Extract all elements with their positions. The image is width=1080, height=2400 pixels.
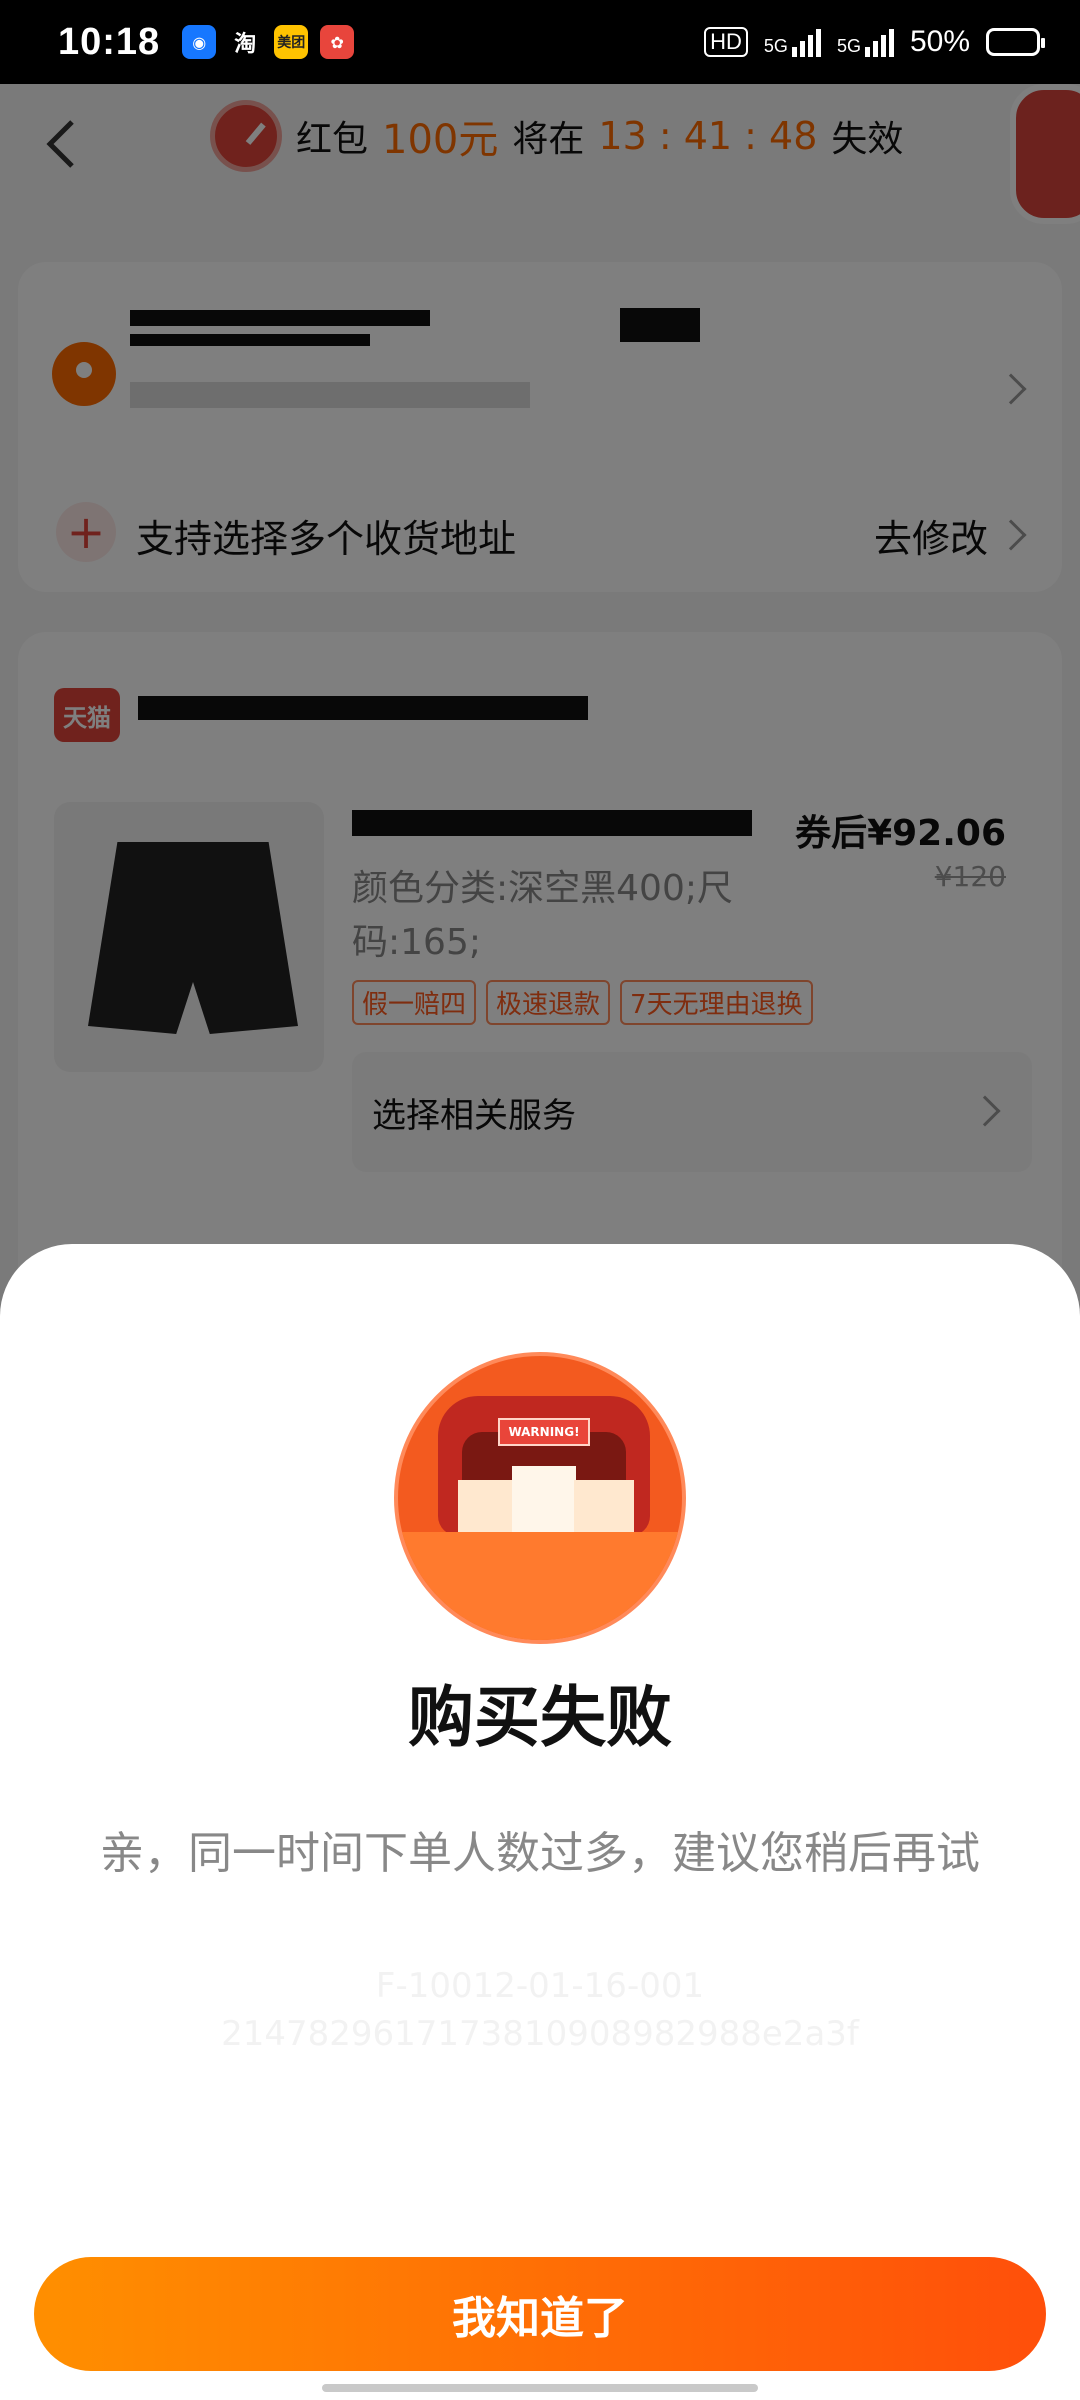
status-bar: 10:18 ◉ 淘 美团 ✿ HD 5G 5G 50% <box>0 0 1080 84</box>
meituan-icon: 美团 <box>274 25 309 59</box>
confirm-button[interactable]: 我知道了 <box>34 2257 1046 2371</box>
home-indicator[interactable] <box>322 2384 758 2392</box>
signal-2-icon: 5G <box>837 27 894 57</box>
battery-icon <box>986 28 1045 56</box>
status-indicators: HD 5G 5G 50% <box>704 25 1045 59</box>
hd-icon: HD <box>704 27 748 57</box>
status-app-icons: ◉ 淘 美团 ✿ <box>182 25 355 59</box>
taobao-icon: 淘 <box>228 25 263 59</box>
warning-truck-illustration: WARNING! <box>394 1352 686 1644</box>
error-info: F-10012-01-16-001 2147829617173810908982… <box>0 1962 1080 2058</box>
app-icon: ✿ <box>320 25 355 59</box>
dialog-title: 购买失败 <box>408 1679 672 1756</box>
battery-text: 50% <box>909 25 970 58</box>
trace-id: 2147829617173810908982988e2a3f <box>221 2014 859 2054</box>
signal-1-icon: 5G <box>764 27 821 57</box>
dialog-message: 亲，同一时间下单人数过多，建议您稍后再试 <box>100 1828 980 1879</box>
status-time: 10:18 <box>58 20 161 63</box>
robot-icon: ◉ <box>182 25 217 59</box>
purchase-failed-sheet: WARNING! 购买失败 亲，同一时间下单人数过多，建议您稍后再试 F-100… <box>0 1244 1080 2400</box>
error-code: F-10012-01-16-001 <box>375 1966 705 2006</box>
warning-label: WARNING! <box>498 1418 590 1446</box>
